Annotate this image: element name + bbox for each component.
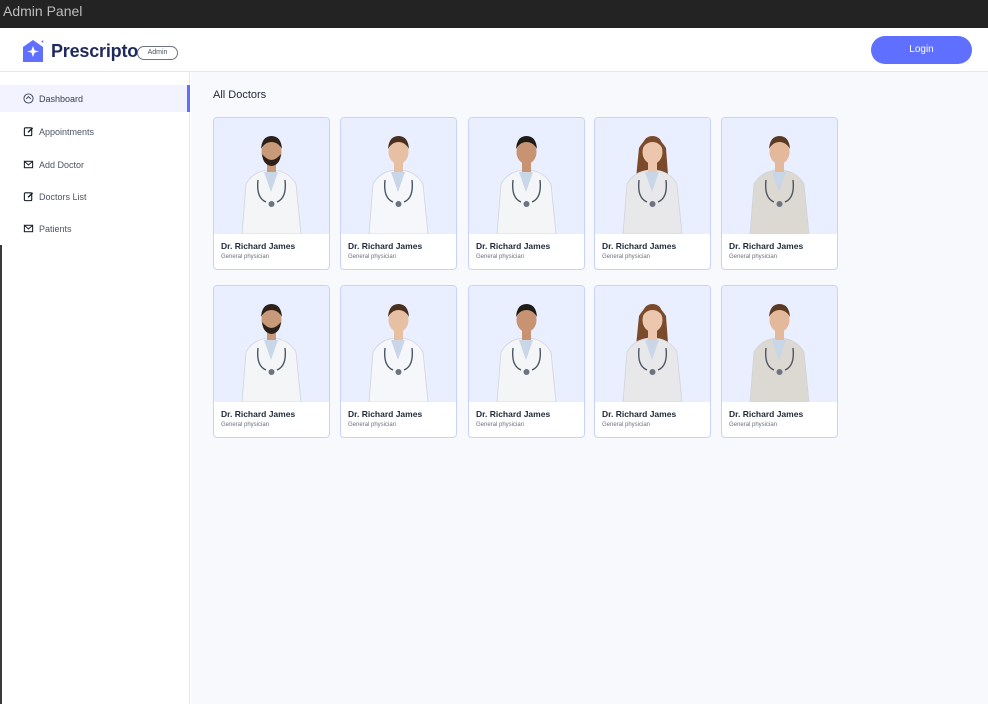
doctor-card[interactable]: Dr. Richard James General physician xyxy=(468,117,585,270)
calendar-edit-icon xyxy=(23,127,34,137)
doctor-name: Dr. Richard James xyxy=(348,241,423,251)
sidebar: Dashboard Appointments Add Doctor Doctor… xyxy=(0,72,190,704)
logo-icon xyxy=(23,40,44,62)
patients-icon xyxy=(23,224,34,233)
doctor-card[interactable]: Dr. Richard James General physician xyxy=(340,117,457,270)
admin-badge: Admin xyxy=(137,46,178,60)
doctor-name: Dr. Richard James xyxy=(602,241,677,251)
doctor-card[interactable]: Dr. Richard James General physician xyxy=(594,285,711,438)
doctor-card[interactable]: Dr. Richard James General physician xyxy=(340,285,457,438)
sidebar-item-label: Doctors List xyxy=(39,191,87,202)
doctor-name: Dr. Richard James xyxy=(729,241,804,251)
doctor-speciality: General physician xyxy=(348,422,397,428)
doctor-speciality: General physician xyxy=(476,422,525,428)
sidebar-item-patients[interactable]: Patients xyxy=(0,215,190,242)
doctor-speciality: General physician xyxy=(221,422,270,428)
doctor-name: Dr. Richard James xyxy=(476,241,551,251)
doctor-card[interactable]: Dr. Richard James General physician xyxy=(721,117,838,270)
sidebar-item-label: Dashboard xyxy=(39,93,84,104)
doctor-name: Dr. Richard James xyxy=(221,409,296,419)
doctor-speciality: General physician xyxy=(221,254,270,260)
doctor-speciality: General physician xyxy=(729,422,778,428)
doctor-card[interactable]: Dr. Richard James General physician xyxy=(213,117,330,270)
doctor-speciality: General physician xyxy=(602,422,651,428)
doctor-name: Dr. Richard James xyxy=(602,409,677,419)
sidebar-item-appointments[interactable]: Appointments xyxy=(0,118,190,145)
list-edit-icon xyxy=(23,192,34,202)
doctor-photo xyxy=(595,118,710,234)
window-title: Admin Panel xyxy=(3,3,83,19)
doctor-speciality: General physician xyxy=(348,254,397,260)
doctor-card[interactable]: Dr. Richard James General physician xyxy=(721,285,838,438)
top-header: Prescripto Admin Login xyxy=(0,28,988,72)
sidebar-item-add-doctor[interactable]: Add Doctor xyxy=(0,151,190,178)
doctor-photo xyxy=(595,286,710,402)
doctor-card[interactable]: Dr. Richard James General physician xyxy=(594,117,711,270)
doctor-photo xyxy=(722,286,837,402)
doctor-speciality: General physician xyxy=(729,254,778,260)
doctor-name: Dr. Richard James xyxy=(729,409,804,419)
doctor-photo xyxy=(722,118,837,234)
sidebar-item-label: Appointments xyxy=(39,126,95,137)
doctor-photo xyxy=(341,286,456,402)
sidebar-item-label: Patients xyxy=(39,223,72,234)
sidebar-item-doctors-list[interactable]: Doctors List xyxy=(0,183,190,210)
doctor-name: Dr. Richard James xyxy=(476,409,551,419)
main-content: All Doctors Dr. Richard James General phy… xyxy=(191,72,988,704)
doctor-speciality: General physician xyxy=(602,254,651,260)
sidebar-left-edge xyxy=(0,245,2,704)
doctor-name: Dr. Richard James xyxy=(348,409,423,419)
doctor-photo xyxy=(469,118,584,234)
doctor-name: Dr. Richard James xyxy=(221,241,296,251)
home-icon xyxy=(23,93,34,104)
brand-name: Prescripto xyxy=(51,41,139,61)
doctor-card[interactable]: Dr. Richard James General physician xyxy=(468,285,585,438)
doctor-card[interactable]: Dr. Richard James General physician xyxy=(213,285,330,438)
sidebar-item-dashboard[interactable]: Dashboard xyxy=(0,85,190,112)
doctor-photo xyxy=(214,286,329,402)
doctor-photo xyxy=(214,118,329,234)
doctor-photo xyxy=(341,118,456,234)
page-title: All Doctors xyxy=(213,89,267,101)
doctor-photo xyxy=(469,286,584,402)
add-doctor-icon xyxy=(23,160,34,169)
window-titlebar: Admin Panel xyxy=(0,0,988,28)
login-button[interactable]: Login xyxy=(871,36,972,64)
sidebar-item-label: Add Doctor xyxy=(39,159,85,170)
doctor-speciality: General physician xyxy=(476,254,525,260)
